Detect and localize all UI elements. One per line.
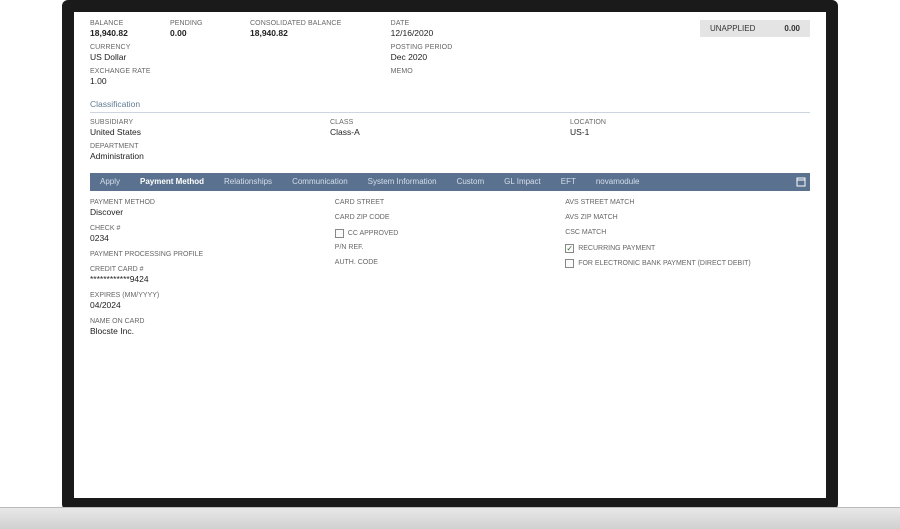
classification-title: Classification xyxy=(90,96,810,113)
recurring-label: RECURRING PAYMENT xyxy=(578,245,655,252)
payment-method-label: PAYMENT METHOD xyxy=(90,199,315,206)
auth-code-label: AUTH. CODE xyxy=(335,259,545,266)
card-zip-label: CARD ZIP CODE xyxy=(335,214,545,221)
location-label: LOCATION xyxy=(570,119,790,126)
summary-right: UNAPPLIED 0.00 xyxy=(700,20,810,37)
recurring-row: RECURRING PAYMENT xyxy=(565,244,790,253)
class-value: Class-A xyxy=(330,127,550,137)
direct-debit-row: FOR ELECTRONIC BANK PAYMENT (DIRECT DEBI… xyxy=(565,259,790,268)
consolidated-value: 18,940.82 xyxy=(250,28,341,38)
payment-method-value: Discover xyxy=(90,207,315,217)
laptop-base xyxy=(0,507,900,529)
exchange-label: EXCHANGE RATE xyxy=(90,68,341,75)
memo-label: MEMO xyxy=(391,68,551,75)
summary-middle: DATE 12/16/2020 POSTING PERIOD Dec 2020 … xyxy=(391,20,571,81)
avs-zip-label: AVS ZIP MATCH xyxy=(565,214,790,221)
consolidated-label: CONSOLIDATED BALANCE xyxy=(250,20,341,27)
date-value: 12/16/2020 xyxy=(391,28,551,38)
recurring-checkbox[interactable] xyxy=(565,244,574,253)
tab-relationships[interactable]: Relationships xyxy=(214,173,282,191)
csc-match-label: CSC MATCH xyxy=(565,229,790,236)
tab-payment-method[interactable]: Payment Method xyxy=(130,173,214,191)
tab-gl-impact[interactable]: GL Impact xyxy=(494,173,551,191)
pm-col-2: CARD STREET CARD ZIP CODE CC APPROVED P/… xyxy=(335,199,565,344)
credit-card-label: CREDIT CARD # xyxy=(90,266,315,273)
direct-debit-label: FOR ELECTRONIC BANK PAYMENT (DIRECT DEBI… xyxy=(578,260,751,267)
expand-icon[interactable] xyxy=(792,173,810,191)
credit-card-value: ************9424 xyxy=(90,274,315,284)
name-on-card-label: NAME ON CARD xyxy=(90,318,315,325)
pending-value: 0.00 xyxy=(170,28,230,38)
payment-method-panel: PAYMENT METHOD Discover CHECK # 0234 PAY… xyxy=(90,199,810,344)
direct-debit-checkbox[interactable] xyxy=(565,259,574,268)
subsidiary-label: SUBSIDIARY xyxy=(90,119,310,126)
balance-value: 18,940.82 xyxy=(90,28,150,38)
check-number-value: 0234 xyxy=(90,233,315,243)
unapplied-value: 0.00 xyxy=(784,24,800,33)
posting-value: Dec 2020 xyxy=(391,52,551,62)
currency-label: CURRENCY xyxy=(90,44,341,51)
tab-eft[interactable]: EFT xyxy=(551,173,586,191)
unapplied-box: UNAPPLIED 0.00 xyxy=(700,20,810,37)
balance-label: BALANCE xyxy=(90,20,150,27)
summary-row: BALANCE 18,940.82 PENDING 0.00 CONSOLIDA… xyxy=(90,20,810,92)
posting-label: POSTING PERIOD xyxy=(391,44,551,51)
pnref-label: P/N REF. xyxy=(335,244,545,251)
pm-col-1: PAYMENT METHOD Discover CHECK # 0234 PAY… xyxy=(90,199,335,344)
cc-approved-label: CC APPROVED xyxy=(348,230,399,237)
department-label: DEPARTMENT xyxy=(90,143,310,150)
unapplied-label: UNAPPLIED xyxy=(710,24,755,33)
pending-label: PENDING xyxy=(170,20,230,27)
avs-street-label: AVS STREET MATCH xyxy=(565,199,790,206)
classification-grid: SUBSIDIARY United States DEPARTMENT Admi… xyxy=(90,119,810,167)
tab-novamodule[interactable]: novamodule xyxy=(586,173,650,191)
cc-approved-row: CC APPROVED xyxy=(335,229,545,238)
tab-bar: Apply Payment Method Relationships Commu… xyxy=(90,173,810,191)
class-label: CLASS xyxy=(330,119,550,126)
card-street-label: CARD STREET xyxy=(335,199,545,206)
laptop-frame: BALANCE 18,940.82 PENDING 0.00 CONSOLIDA… xyxy=(62,0,838,510)
screen: BALANCE 18,940.82 PENDING 0.00 CONSOLIDA… xyxy=(74,12,826,498)
tab-communication[interactable]: Communication xyxy=(282,173,358,191)
cc-approved-checkbox[interactable] xyxy=(335,229,344,238)
name-on-card-value: Blocste Inc. xyxy=(90,326,315,336)
exchange-value: 1.00 xyxy=(90,76,341,86)
tab-apply[interactable]: Apply xyxy=(90,173,130,191)
expires-value: 04/2024 xyxy=(90,300,315,310)
department-value: Administration xyxy=(90,151,310,161)
date-label: DATE xyxy=(391,20,551,27)
subsidiary-value: United States xyxy=(90,127,310,137)
check-number-label: CHECK # xyxy=(90,225,315,232)
pm-col-3: AVS STREET MATCH AVS ZIP MATCH CSC MATCH… xyxy=(565,199,810,344)
tab-custom[interactable]: Custom xyxy=(447,173,495,191)
processing-profile-label: PAYMENT PROCESSING PROFILE xyxy=(90,251,315,258)
summary-left: BALANCE 18,940.82 PENDING 0.00 CONSOLIDA… xyxy=(90,20,361,92)
expires-label: EXPIRES (MM/YYYY) xyxy=(90,292,315,299)
currency-value: US Dollar xyxy=(90,52,341,62)
page-content: BALANCE 18,940.82 PENDING 0.00 CONSOLIDA… xyxy=(74,12,826,352)
location-value: US-1 xyxy=(570,127,790,137)
tab-system-information[interactable]: System Information xyxy=(358,173,447,191)
